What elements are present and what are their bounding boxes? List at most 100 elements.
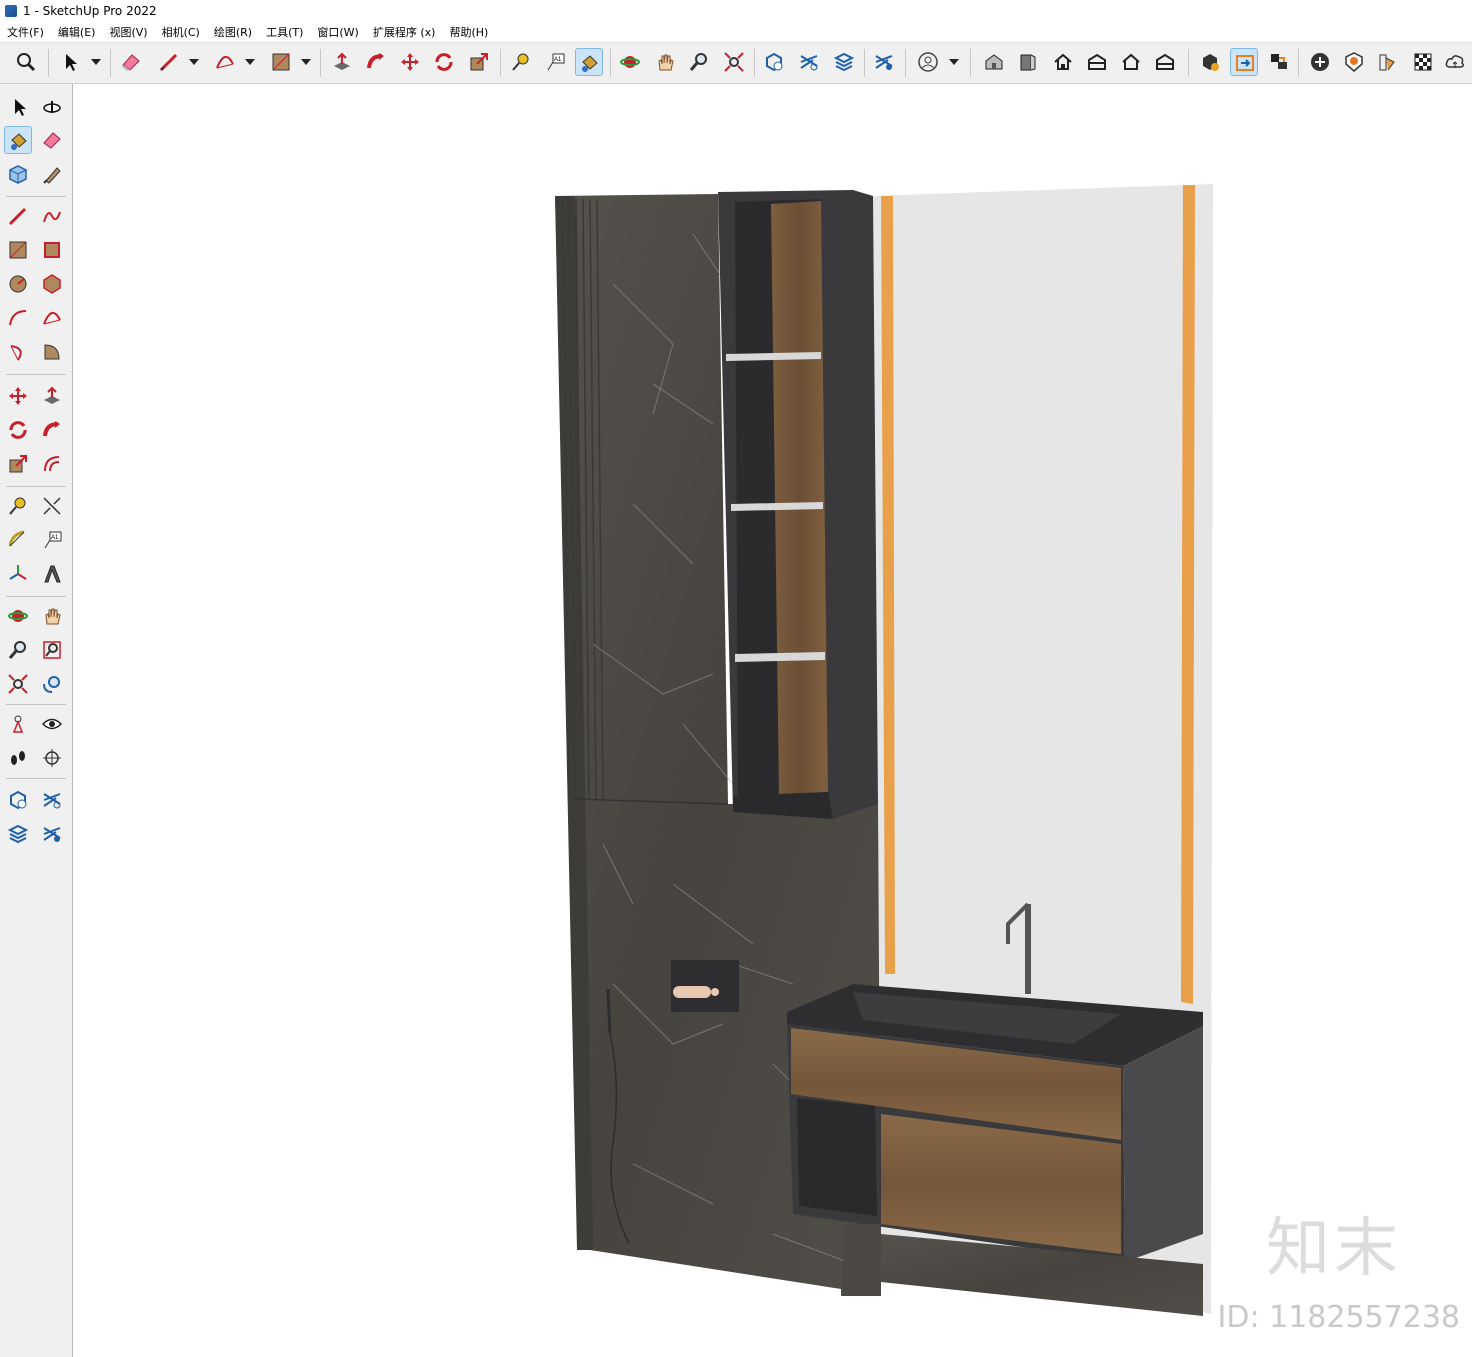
scale-icon[interactable] [4,450,32,478]
zoom-icon[interactable] [12,48,40,76]
zoom-tool-icon[interactable] [4,636,32,664]
layers-icon[interactable] [830,48,858,76]
offset-icon[interactable] [38,450,66,478]
two-point-arc-icon[interactable] [38,304,66,332]
styles-panel-icon[interactable] [38,786,66,814]
polygon-icon[interactable] [38,270,66,298]
pan-icon[interactable] [651,48,679,76]
text-label-icon[interactable]: A1 [541,48,569,76]
orbit-tool-icon[interactable] [4,602,32,630]
palette-icon[interactable] [1374,48,1402,76]
chevron-down-icon[interactable] [245,57,255,67]
watermark-brand: 知末 [1266,1212,1402,1286]
arc-icon[interactable] [211,48,239,76]
menu-tools[interactable]: 工具(T) [259,24,310,40]
select-icon[interactable] [5,93,33,121]
section-plane-icon[interactable] [38,744,66,772]
pan-tool-icon[interactable] [38,602,66,630]
paint-bucket-icon[interactable] [575,48,603,76]
title-bar: 1 - SketchUp Pro 2022 [0,0,1472,22]
scenes-panel-icon[interactable] [38,820,66,848]
zoom-tool-icon[interactable] [685,48,713,76]
tape-measure-icon[interactable] [4,492,32,520]
camera-icon[interactable] [1265,48,1293,76]
layers-panel-icon[interactable] [4,820,32,848]
iso-view-icon[interactable] [980,48,1008,76]
top-view-icon[interactable] [1049,48,1077,76]
push-pull-icon[interactable] [38,382,66,410]
follow-me-icon[interactable] [362,48,390,76]
push-pull-icon[interactable] [328,48,356,76]
zoom-window-icon[interactable] [38,636,66,664]
checkerboard-icon[interactable] [1409,48,1437,76]
axes-icon[interactable] [4,560,32,588]
chevron-down-icon[interactable] [189,57,199,67]
cloud-upload-icon[interactable] [1441,48,1469,76]
3d-text-icon[interactable] [38,560,66,588]
menu-bar: 文件(F) 编辑(E) 视图(V) 相机(C) 绘图(R) 工具(T) 窗口(W… [0,22,1472,42]
tape-icon[interactable] [38,160,66,188]
text-icon[interactable]: A1 [38,526,66,554]
move-icon[interactable] [4,382,32,410]
add-location-icon[interactable] [1306,48,1334,76]
circle-icon[interactable] [4,270,32,298]
chevron-down-icon[interactable] [301,57,311,67]
dimension-icon[interactable] [38,492,66,520]
menu-camera[interactable]: 相机(C) [155,24,207,40]
pie-icon[interactable] [38,338,66,366]
styles-icon[interactable] [795,48,823,76]
account-icon[interactable] [914,48,942,76]
left-toolbar: A1 [0,84,73,1357]
chevron-down-icon[interactable] [949,57,959,67]
menu-window[interactable]: 窗口(W) [310,24,365,40]
position-camera-icon[interactable] [4,710,32,738]
pencil-line-icon[interactable] [155,48,183,76]
left-view-icon[interactable] [1151,48,1179,76]
components-icon[interactable] [760,48,788,76]
components-panel-icon[interactable] [4,786,32,814]
move-icon[interactable] [396,48,424,76]
scale-icon[interactable] [465,48,493,76]
rotate-icon[interactable] [4,416,32,444]
shield-icon[interactable] [1340,48,1368,76]
section-icon[interactable] [1230,48,1258,76]
chevron-down-icon[interactable] [91,57,101,67]
rectangle-icon[interactable] [267,48,295,76]
orbit-icon[interactable] [38,93,66,121]
eraser-icon[interactable] [38,126,66,154]
led-strip-right [1181,185,1195,1004]
solid-tools-icon[interactable] [1196,48,1224,76]
line-icon[interactable] [4,202,32,230]
right-view-icon[interactable] [1083,48,1111,76]
look-around-icon[interactable] [38,710,66,738]
paint-bucket-icon[interactable] [4,126,32,154]
model-viewport[interactable]: 知末 ID: 1182557238 [73,84,1472,1357]
svg-text:A1: A1 [554,57,562,63]
walk-icon[interactable] [4,744,32,772]
zoom-extents-icon[interactable] [720,48,748,76]
arc-icon[interactable] [4,304,32,332]
menu-file[interactable]: 文件(F) [0,24,51,40]
select-icon[interactable] [56,48,84,76]
orbit-icon[interactable] [616,48,644,76]
front-view-icon[interactable] [1014,48,1042,76]
follow-me-icon[interactable] [38,416,66,444]
rotate-icon[interactable] [430,48,458,76]
rotated-rectangle-icon[interactable] [38,236,66,264]
menu-edit[interactable]: 编辑(E) [51,24,103,40]
back-view-icon[interactable] [1117,48,1145,76]
protractor-icon[interactable] [4,526,32,554]
zoom-extents-icon[interactable] [4,670,32,698]
tape-measure-icon[interactable] [507,48,535,76]
scenes-icon[interactable] [870,48,898,76]
previous-view-icon[interactable] [38,670,66,698]
menu-help[interactable]: 帮助(H) [442,24,495,40]
eraser-icon[interactable] [117,48,145,76]
rectangle-icon[interactable] [4,236,32,264]
menu-draw[interactable]: 绘图(R) [207,24,259,40]
three-point-arc-icon[interactable] [4,338,32,366]
freehand-icon[interactable] [38,202,66,230]
menu-extensions[interactable]: 扩展程序 (x) [366,24,443,40]
component-icon[interactable] [4,160,32,188]
menu-view[interactable]: 视图(V) [102,24,154,40]
